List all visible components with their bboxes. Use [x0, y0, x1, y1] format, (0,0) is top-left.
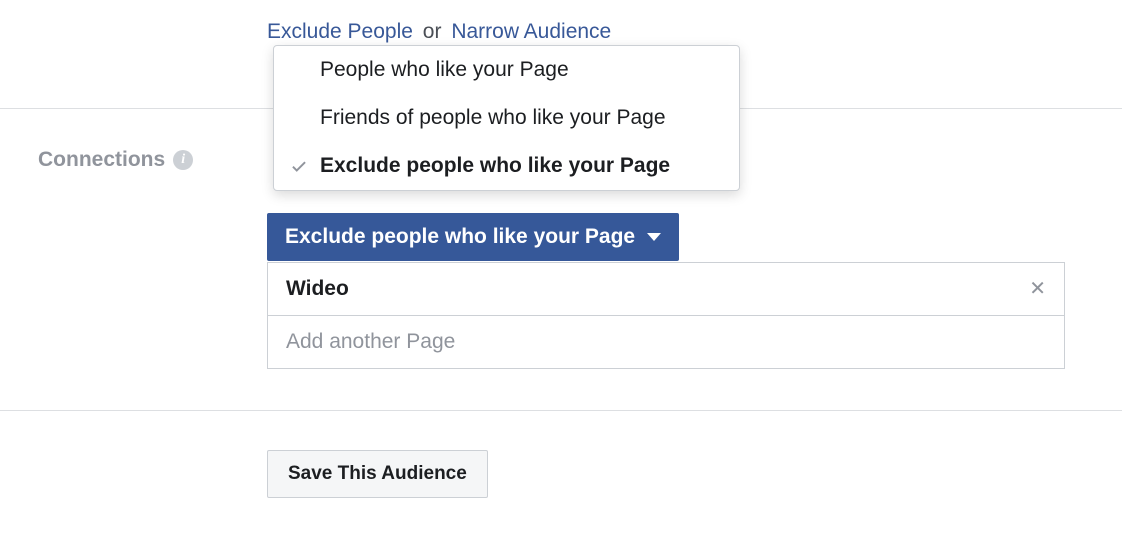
- divider: [0, 410, 1122, 411]
- connections-selected-dropdown[interactable]: Exclude people who like your Page: [267, 213, 679, 261]
- menu-item-people-like-page[interactable]: People who like your Page: [274, 46, 739, 94]
- menu-item-exclude-people[interactable]: Exclude people who like your Page: [274, 142, 739, 190]
- add-page-input[interactable]: [268, 316, 1064, 368]
- save-audience-button[interactable]: Save This Audience: [267, 450, 488, 498]
- menu-item-label: Exclude people who like your Page: [320, 154, 670, 177]
- page-token-row: Wideo ✕: [268, 263, 1064, 316]
- pages-token-box: Wideo ✕: [267, 262, 1065, 369]
- menu-item-label: People who like your Page: [320, 58, 569, 81]
- connections-label-text: Connections: [38, 148, 165, 172]
- connections-section-label: Connections i: [38, 148, 193, 172]
- selected-dropdown-label: Exclude people who like your Page: [285, 225, 635, 249]
- close-icon[interactable]: ✕: [1029, 279, 1046, 299]
- or-text: or: [423, 20, 442, 43]
- menu-item-friends-of-people[interactable]: Friends of people who like your Page: [274, 94, 739, 142]
- narrow-audience-link[interactable]: Narrow Audience: [451, 20, 611, 43]
- audience-refine-links: Exclude People or Narrow Audience: [267, 20, 611, 44]
- page-token-label: Wideo: [286, 277, 349, 301]
- menu-item-label: Friends of people who like your Page: [320, 106, 666, 129]
- exclude-people-link[interactable]: Exclude People: [267, 20, 413, 43]
- connections-dropdown-menu: People who like your Page Friends of peo…: [273, 45, 740, 191]
- info-icon[interactable]: i: [173, 150, 193, 170]
- chevron-down-icon: [647, 233, 661, 241]
- check-icon: [290, 157, 308, 175]
